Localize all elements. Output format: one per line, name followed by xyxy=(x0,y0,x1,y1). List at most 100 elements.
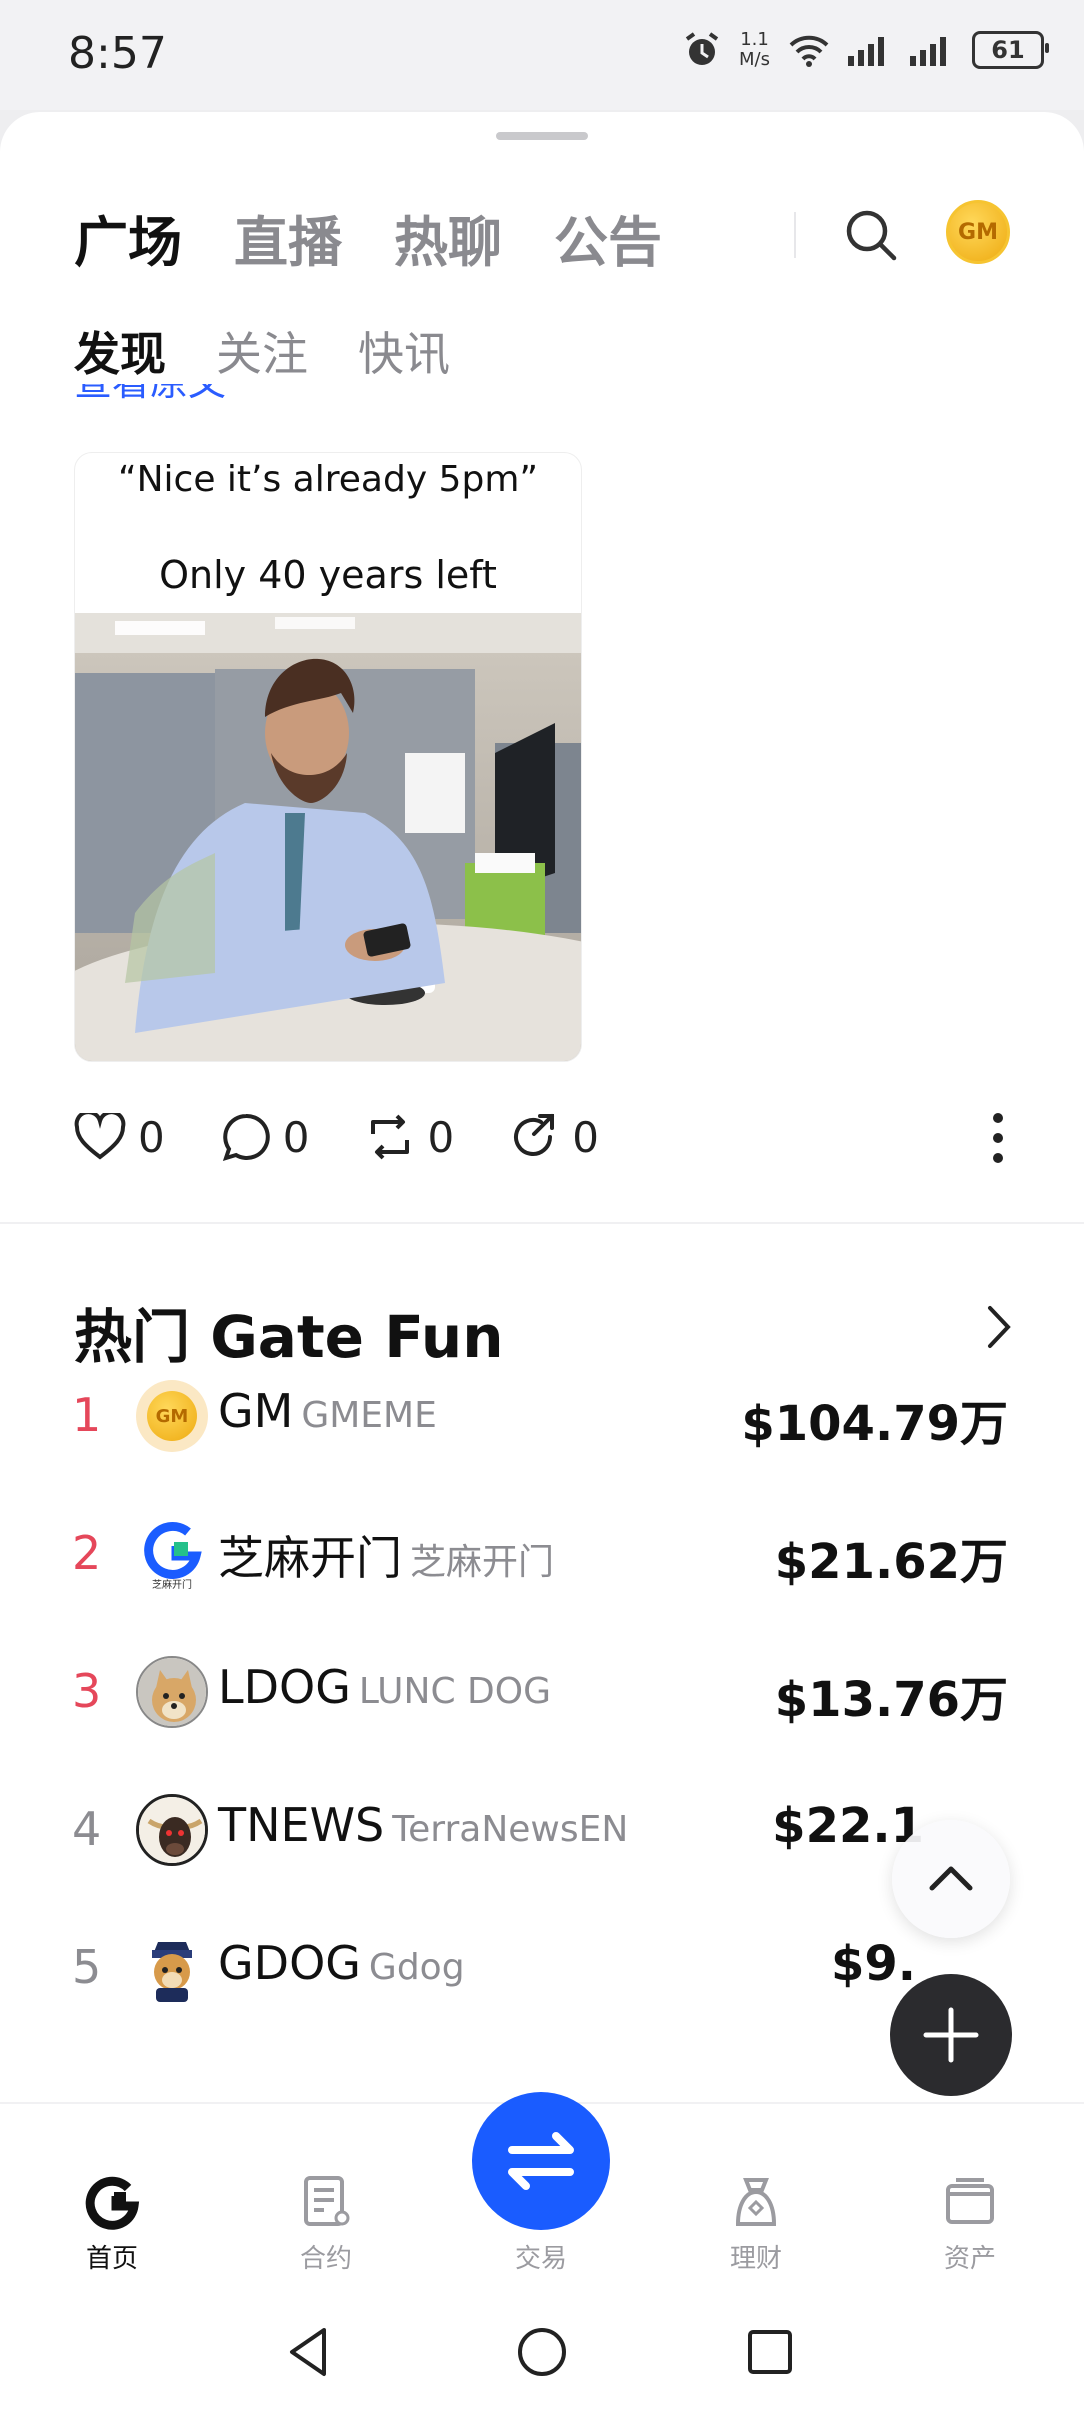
nav-home[interactable]: 首页 xyxy=(52,2174,172,2275)
bull-avatar-icon xyxy=(139,1797,205,1863)
tab-follow[interactable]: 关注 xyxy=(216,318,308,384)
gdog-token-logo xyxy=(136,1932,208,2004)
section-divider xyxy=(0,1222,1084,1224)
token-fullname: Gdog xyxy=(368,1947,465,1988)
meme-caption-bottom: Only 40 years left xyxy=(159,553,497,597)
trade-button[interactable] xyxy=(472,2092,610,2230)
share-icon xyxy=(514,1114,555,1156)
system-nav-bar xyxy=(0,2292,1084,2412)
token-name: 芝麻开门 芝麻开门 xyxy=(218,1522,554,1588)
rank-number: 2 xyxy=(72,1526,102,1580)
sub-tabs: 发现 关注 快讯 xyxy=(74,318,450,384)
token-fullname: GMEME xyxy=(301,1395,437,1436)
nav-home-label: 首页 xyxy=(85,2244,138,2274)
drag-handle[interactable] xyxy=(496,132,588,140)
token-market-cap: $21.62万 xyxy=(774,1534,1008,1590)
token-name: GM GMEME xyxy=(218,1384,437,1438)
share-button[interactable]: 0 xyxy=(510,1112,599,1162)
comment-count: 0 xyxy=(282,1112,310,1162)
repost-button[interactable]: 0 xyxy=(365,1112,454,1162)
more-options-icon[interactable] xyxy=(976,1108,1020,1168)
chevron-right-icon[interactable] xyxy=(978,1302,1020,1352)
wallet-icon xyxy=(946,2178,994,2224)
signal-icon-2 xyxy=(910,37,946,66)
nav-assets-label: 资产 xyxy=(943,2244,996,2274)
zhima-logo-icon: 芝麻开门 xyxy=(144,1521,202,1590)
user-avatar[interactable]: GM xyxy=(946,200,1010,264)
nav-trade-label: 交易 xyxy=(514,2244,567,2274)
repost-count: 0 xyxy=(427,1112,455,1162)
home-circle-icon[interactable] xyxy=(512,2322,572,2382)
status-bar: 8:57 1.1 M/s 61 xyxy=(0,0,1084,110)
zhima-logo-text: 芝麻开门 xyxy=(152,1578,192,1590)
token-name: TNEWS TerraNewsEN xyxy=(218,1798,628,1852)
hot-item-row[interactable]: 3 LDOG LUNC DOG $13.76万 xyxy=(0,1636,1084,1756)
chevron-up-icon xyxy=(929,1866,973,1891)
like-button[interactable]: 0 xyxy=(74,1113,165,1162)
like-count: 0 xyxy=(138,1112,165,1162)
main-tabs: 广场 直播 热聊 公告 xyxy=(74,198,662,277)
rank-number: 4 xyxy=(72,1802,102,1856)
header-divider xyxy=(794,212,796,258)
tab-square[interactable]: 广场 xyxy=(74,198,182,277)
swap-arrows-icon xyxy=(508,2132,574,2190)
create-post-button[interactable] xyxy=(890,1974,1012,2096)
nav-contract[interactable]: 合约 xyxy=(266,2174,386,2275)
nav-finance[interactable]: 理财 xyxy=(696,2174,816,2275)
nav-finance-label: 理财 xyxy=(729,2244,782,2274)
token-symbol: TNEWS xyxy=(218,1798,385,1852)
tab-live[interactable]: 直播 xyxy=(234,198,342,277)
nav-assets[interactable]: 资产 xyxy=(910,2174,1030,2275)
tab-hot-chat[interactable]: 热聊 xyxy=(394,198,502,277)
gm-token-logo: GM xyxy=(136,1380,208,1452)
status-icons: 1.1 M/s 61 xyxy=(683,29,1049,70)
hot-item-row[interactable]: 2 芝麻开门 芝麻开门 芝麻开门 $21.62万 xyxy=(0,1498,1084,1618)
scroll-to-top-button[interactable] xyxy=(892,1820,1010,1938)
token-symbol: 芝麻开门 xyxy=(218,1531,402,1585)
post-image[interactable]: “Nice it’s already 5pm” Only 40 years le… xyxy=(74,452,582,1062)
alarm-icon xyxy=(685,32,719,65)
dog-avatar-icon xyxy=(138,1658,206,1726)
repost-icon xyxy=(371,1114,410,1160)
contract-icon xyxy=(304,2176,350,2226)
status-time: 8:57 xyxy=(68,28,167,79)
token-fullname: 芝麻开门 xyxy=(410,1542,555,1583)
signal-icon xyxy=(848,37,884,66)
back-icon[interactable] xyxy=(280,2322,340,2382)
search-icon[interactable] xyxy=(840,204,902,266)
rank-number: 3 xyxy=(72,1664,102,1718)
heart-icon xyxy=(74,1113,126,1160)
rank-number: 5 xyxy=(72,1940,102,1994)
token-market-cap: $13.76万 xyxy=(774,1672,1008,1728)
token-symbol: GM xyxy=(218,1384,294,1438)
clipped-link[interactable]: 查看原文 xyxy=(74,384,274,406)
plus-icon xyxy=(923,2007,979,2063)
hot-item-row[interactable]: 1 GM GM GMEME $104.79万 xyxy=(0,1360,1084,1480)
rank-number: 1 xyxy=(72,1388,102,1442)
comment-icon xyxy=(222,1113,270,1162)
office-worker-illustration xyxy=(75,613,581,1061)
gm-logo-text: GM xyxy=(147,1391,197,1441)
comment-button[interactable]: 0 xyxy=(221,1112,310,1162)
token-name: GDOG Gdog xyxy=(218,1936,465,1990)
gdog-avatar-icon xyxy=(152,1942,192,2002)
tnews-token-logo xyxy=(136,1794,208,1866)
token-fullname: TerraNewsEN xyxy=(392,1809,629,1850)
nav-contract-label: 合约 xyxy=(299,2244,352,2274)
share-count: 0 xyxy=(572,1112,599,1162)
net-speed-unit: M/s xyxy=(739,49,770,70)
tab-announcement[interactable]: 公告 xyxy=(554,198,662,277)
token-name: LDOG LUNC DOG xyxy=(218,1660,551,1714)
battery-indicator: 61 xyxy=(972,31,1049,69)
meme-caption-top: “Nice it’s already 5pm” xyxy=(117,459,539,500)
zhima-token-logo: 芝麻开门 xyxy=(136,1518,208,1590)
finance-icon xyxy=(735,2178,777,2226)
home-logo-icon xyxy=(85,2176,140,2230)
clipped-link-text: 查看原文 xyxy=(74,384,274,406)
content-sheet: 广场 直播 热聊 公告 GM 发现 关注 快讯 查看原文 “Nice it’s … xyxy=(0,112,1084,2412)
tab-discover[interactable]: 发现 xyxy=(74,318,166,384)
tab-flash[interactable]: 快讯 xyxy=(358,318,450,384)
token-symbol: GDOG xyxy=(218,1936,361,1990)
net-speed-value: 1.1 xyxy=(740,29,769,50)
recents-icon[interactable] xyxy=(740,2322,800,2382)
